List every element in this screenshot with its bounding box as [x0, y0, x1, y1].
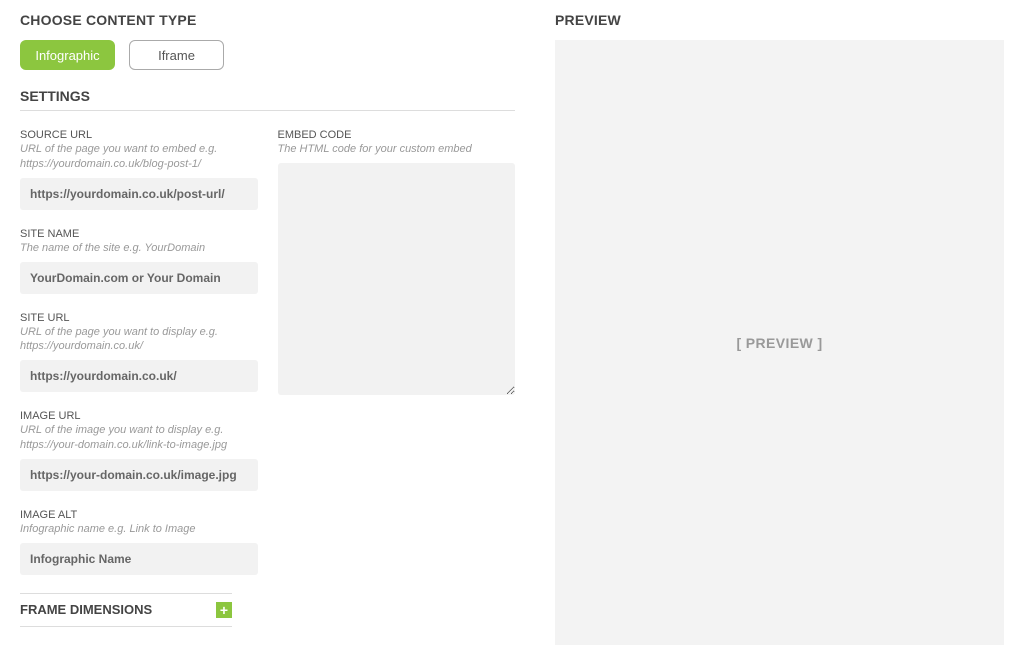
frame-dimensions-section[interactable]: FRAME DIMENSIONS + [20, 593, 232, 627]
frame-dimensions-label: FRAME DIMENSIONS [20, 602, 152, 617]
preview-heading: PREVIEW [555, 12, 1004, 28]
tab-iframe[interactable]: Iframe [129, 40, 224, 70]
site-name-label: SITE NAME [20, 228, 258, 240]
image-url-help: URL of the image you want to display e.g… [20, 423, 258, 453]
embed-code-help: The HTML code for your custom embed [278, 142, 516, 157]
image-alt-label: IMAGE ALT [20, 509, 258, 521]
source-url-help: URL of the page you want to embed e.g. h… [20, 142, 258, 172]
site-url-label: SITE URL [20, 312, 258, 324]
image-url-input[interactable] [20, 459, 258, 491]
plus-icon[interactable]: + [216, 602, 232, 618]
settings-heading: SETTINGS [20, 88, 515, 111]
image-alt-input[interactable] [20, 543, 258, 575]
preview-panel: [ PREVIEW ] [555, 40, 1004, 645]
site-name-help: The name of the site e.g. YourDomain [20, 241, 258, 256]
choose-content-type-heading: CHOOSE CONTENT TYPE [20, 12, 515, 28]
site-url-input[interactable] [20, 360, 258, 392]
site-name-input[interactable] [20, 262, 258, 294]
embed-code-textarea[interactable] [278, 163, 516, 395]
image-alt-help: Infographic name e.g. Link to Image [20, 522, 258, 537]
site-url-help: URL of the page you want to display e.g.… [20, 325, 258, 355]
content-type-tabs: Infographic Iframe [20, 40, 515, 70]
tab-infographic[interactable]: Infographic [20, 40, 115, 70]
preview-placeholder: [ PREVIEW ] [736, 335, 822, 351]
source-url-input[interactable] [20, 178, 258, 210]
source-url-label: SOURCE URL [20, 129, 258, 141]
embed-code-label: EMBED CODE [278, 129, 516, 141]
image-url-label: IMAGE URL [20, 410, 258, 422]
